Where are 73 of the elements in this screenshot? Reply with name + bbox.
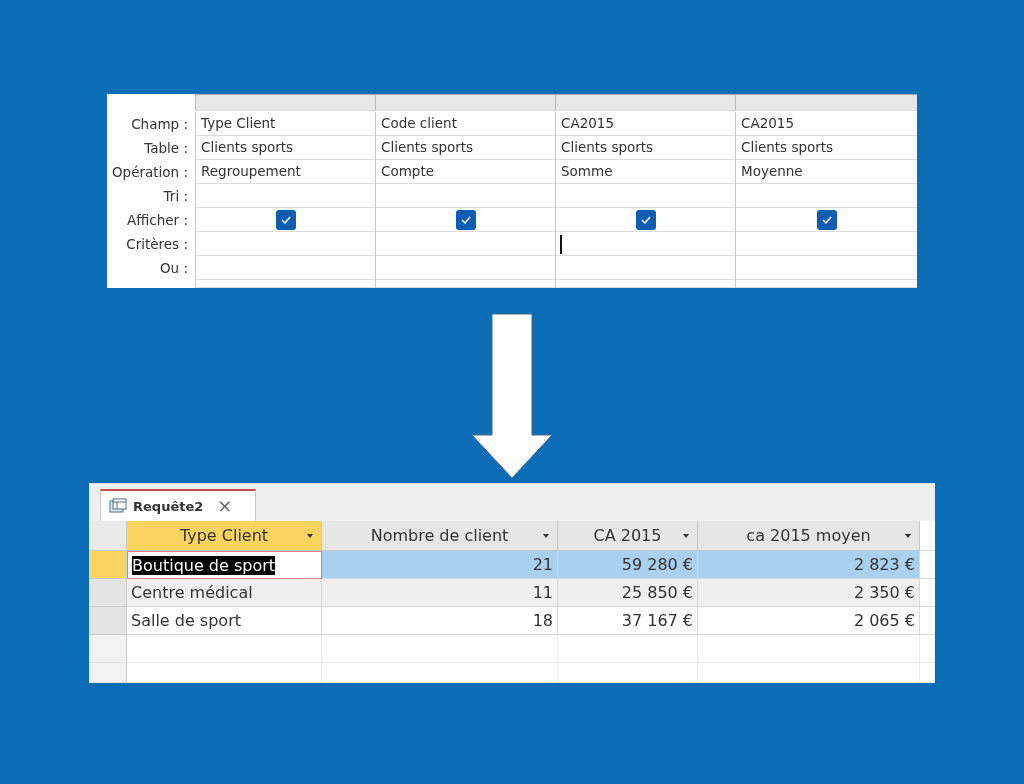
table-cell xyxy=(920,635,935,663)
grid-cell[interactable] xyxy=(735,232,917,256)
grid-cell[interactable] xyxy=(375,256,555,280)
down-arrow-icon xyxy=(471,313,553,479)
grid-cell[interactable]: Somme xyxy=(555,160,735,184)
grid-cell[interactable] xyxy=(375,184,555,208)
grid-cell[interactable]: Clients sports xyxy=(195,136,375,160)
grid-cell[interactable] xyxy=(195,184,375,208)
grid-cell[interactable] xyxy=(195,232,375,256)
dropdown-caret-icon[interactable] xyxy=(683,534,689,538)
grid-cell[interactable] xyxy=(735,256,917,280)
grid-cell[interactable] xyxy=(195,256,375,280)
table-cell: 18 xyxy=(322,607,558,635)
table-cell: 59 280 € xyxy=(558,551,698,579)
table-cell: 21 xyxy=(322,551,558,579)
row-selector[interactable] xyxy=(89,607,127,635)
grid-cell[interactable]: Code client xyxy=(375,112,555,136)
dropdown-caret-icon[interactable] xyxy=(543,534,549,538)
row-selector[interactable] xyxy=(89,635,127,663)
table-cell[interactable]: Boutique de sport xyxy=(127,551,322,579)
column-header[interactable]: Type Client xyxy=(127,521,322,551)
grid-cell[interactable]: Clients sports xyxy=(555,136,735,160)
column-header[interactable]: Nombre de client xyxy=(322,521,558,551)
table-cell[interactable]: Salle de sport xyxy=(127,607,322,635)
grid-cell[interactable]: CA2015 xyxy=(735,112,917,136)
grid-cell[interactable]: Regroupement xyxy=(195,160,375,184)
grid-cell[interactable] xyxy=(555,256,735,280)
query-tab[interactable]: Requête2 × xyxy=(100,489,256,521)
grid-cell[interactable] xyxy=(195,208,375,232)
column-selector[interactable] xyxy=(375,94,555,111)
checkbox[interactable] xyxy=(455,209,476,230)
table-cell: 2 823 € xyxy=(698,551,920,579)
table-cell: 11 xyxy=(322,579,558,607)
grid-cell[interactable] xyxy=(555,280,735,288)
column-selector[interactable] xyxy=(555,94,735,111)
table-cell: 2 065 € xyxy=(698,607,920,635)
grid-cell[interactable]: Compte xyxy=(375,160,555,184)
grid-cell[interactable] xyxy=(375,208,555,232)
table-cell: 25 850 € xyxy=(558,579,698,607)
grid-cell[interactable]: Clients sports xyxy=(375,136,555,160)
row-selector[interactable] xyxy=(89,663,127,683)
checkbox[interactable] xyxy=(816,209,837,230)
grid-cell[interactable]: Clients sports xyxy=(735,136,917,160)
grid-cell[interactable] xyxy=(195,280,375,288)
grid-cell[interactable] xyxy=(735,280,917,288)
row-selector[interactable] xyxy=(89,579,127,607)
column-selector[interactable] xyxy=(735,94,917,111)
close-button[interactable]: × xyxy=(217,497,233,515)
column-header[interactable]: CA 2015 xyxy=(558,521,698,551)
grid-cell[interactable] xyxy=(555,208,735,232)
grid-cell[interactable] xyxy=(735,184,917,208)
column-selector[interactable] xyxy=(195,94,375,111)
table-cell: 2 350 € xyxy=(698,579,920,607)
checkbox[interactable] xyxy=(275,209,296,230)
datasheet-icon xyxy=(109,498,127,514)
grid-cell[interactable]: CA2015 xyxy=(555,112,735,136)
column-header[interactable]: ca 2015 moyen xyxy=(698,521,920,551)
table-cell: 37 167 € xyxy=(558,607,698,635)
grid-cell[interactable] xyxy=(375,232,555,256)
row-selector[interactable] xyxy=(89,551,127,579)
grid-cell[interactable] xyxy=(375,280,555,288)
grid-cell[interactable]: Moyenne xyxy=(735,160,917,184)
dropdown-caret-icon[interactable] xyxy=(307,534,313,538)
table-cell[interactable]: Centre médical xyxy=(127,579,322,607)
grid-cell[interactable] xyxy=(555,232,735,256)
tab-label: Requête2 xyxy=(133,498,204,514)
grid-cell[interactable]: Type Client xyxy=(195,112,375,136)
grid-cell[interactable] xyxy=(555,184,735,208)
grid-cell[interactable] xyxy=(735,208,917,232)
checkbox[interactable] xyxy=(635,209,656,230)
dropdown-caret-icon[interactable] xyxy=(905,534,911,538)
select-all-corner[interactable] xyxy=(89,521,127,551)
table-cell xyxy=(920,663,935,683)
